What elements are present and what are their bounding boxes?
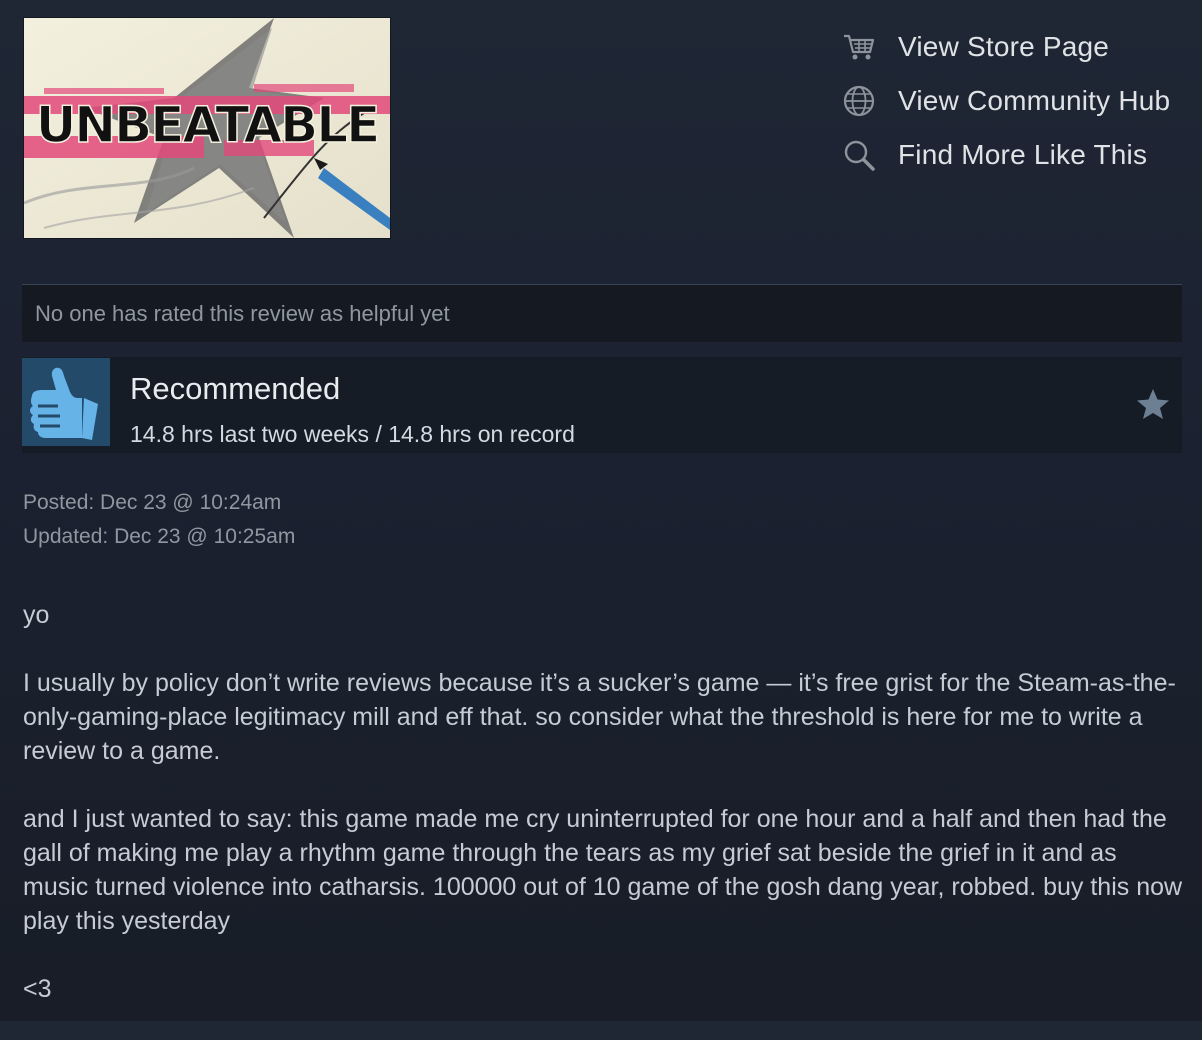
review-paragraph: yo <box>23 601 50 629</box>
helpful-rating-bar: No one has rated this review as helpful … <box>22 284 1182 342</box>
unbeatable-logo: UNBEATABLE <box>24 18 390 238</box>
review-paragraph: <3 <box>23 975 52 1003</box>
globe-icon <box>842 81 882 121</box>
view-store-page-label: View Store Page <box>898 31 1110 62</box>
thumbs-up-badge <box>22 358 110 446</box>
shopping-cart-icon <box>842 27 882 67</box>
playtime-hours: 14.8 hrs last two weeks / 14.8 hrs on re… <box>130 421 575 447</box>
game-capsule-image[interactable]: UNBEATABLE <box>24 18 390 238</box>
updated-date: Updated: Dec 23 @ 10:25am <box>23 525 296 548</box>
posted-date: Posted: Dec 23 @ 10:24am <box>23 491 282 514</box>
view-community-hub-label: View Community Hub <box>898 85 1171 116</box>
view-community-hub-link[interactable]: View Community Hub <box>842 74 1192 128</box>
helpful-status-text: No one has rated this review as helpful … <box>35 300 450 326</box>
review-paragraph: and I just wanted to say: this game made… <box>23 805 1183 935</box>
find-more-like-this-label: Find More Like This <box>898 139 1148 170</box>
recommendation-title: Recommended <box>130 371 341 406</box>
view-store-page-link[interactable]: View Store Page <box>842 20 1192 74</box>
magnifier-icon <box>842 135 882 175</box>
review-paragraph: I usually by policy don’t write reviews … <box>23 669 1176 765</box>
find-more-like-this-link[interactable]: Find More Like This <box>842 128 1192 182</box>
star-icon[interactable] <box>1136 387 1170 421</box>
recommendation-header[interactable]: Recommended 14.8 hrs last two weeks / 14… <box>22 357 1182 453</box>
thumbs-up-icon <box>30 367 98 440</box>
capsule-logo-text: UNBEATABLE <box>36 96 379 154</box>
game-links: View Store Page View Community Hub Find … <box>842 20 1192 182</box>
review-body: yo I usually by policy don’t write revie… <box>23 598 1188 1040</box>
